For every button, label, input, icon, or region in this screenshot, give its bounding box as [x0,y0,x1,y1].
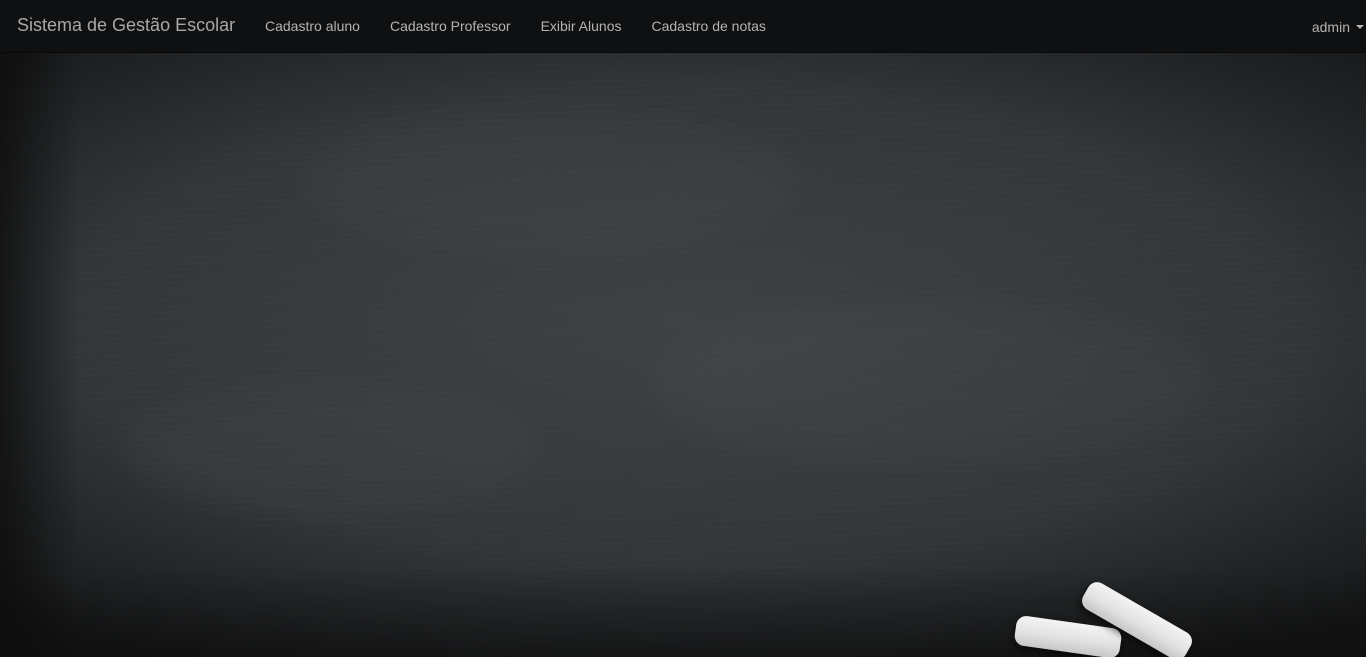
chalk-smudge [650,303,1210,463]
nav-item-exibir-alunos: Exibir Alunos [526,0,637,53]
nav-link-cadastro-aluno[interactable]: Cadastro aluno [250,0,375,53]
top-navbar: Sistema de Gestão Escolar Cadastro aluno… [0,0,1366,53]
nav-item-cadastro-aluno: Cadastro aluno [250,0,375,53]
nav-item-cadastro-professor: Cadastro Professor [375,0,526,53]
caret-down-icon [1356,24,1364,29]
nav-item-cadastro-notas: Cadastro de notas [637,0,781,53]
user-name: admin [1311,18,1350,35]
nav-link-cadastro-professor[interactable]: Cadastro Professor [375,0,526,53]
user-dropdown[interactable]: admin [1312,0,1364,53]
nav-link-cadastro-notas[interactable]: Cadastro de notas [637,0,781,53]
chalkboard-background [0,53,1366,657]
chalk-smudge [300,113,800,253]
nav-link-exibir-alunos[interactable]: Exibir Alunos [526,0,637,53]
nav-menu: Cadastro aluno Cadastro Professor Exibir… [250,0,781,53]
navbar-brand[interactable]: Sistema de Gestão Escolar [17,15,235,36]
chalk-smudge [120,383,540,513]
